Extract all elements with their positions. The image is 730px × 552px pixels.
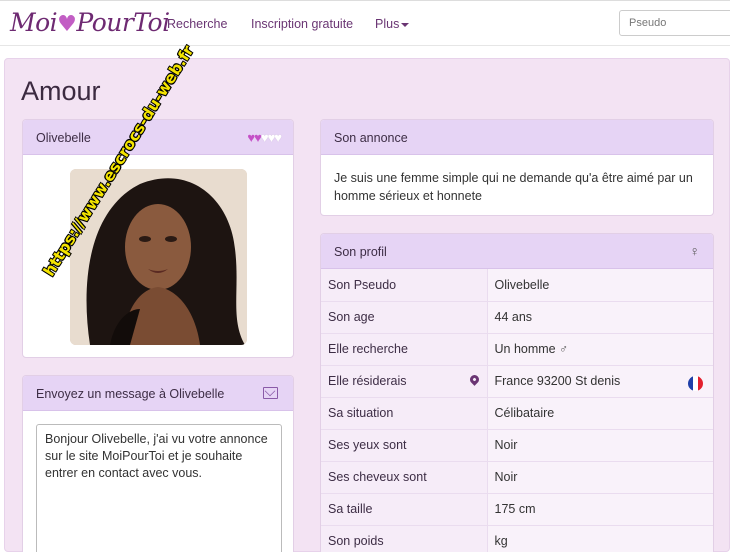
row-label: Elle recherche	[321, 333, 488, 366]
row-value: Célibataire	[487, 397, 713, 430]
nav-inscription[interactable]: Inscription gratuite	[251, 17, 353, 31]
row-value: 175 cm	[487, 493, 713, 526]
row-value: 44 ans	[487, 301, 713, 334]
row-label: Son Pseudo	[321, 269, 488, 302]
navbar: Moi♥PourToi Recherche Inscription gratui…	[0, 0, 730, 46]
profile-table: Son Pseudo Olivebelle Son age 44 ans Ell…	[321, 269, 713, 552]
table-row: Son poids kg	[321, 525, 713, 552]
location-pin-icon	[467, 372, 481, 386]
row-label: Son age	[321, 301, 488, 334]
nav-recherche[interactable]: Recherche	[167, 17, 227, 31]
envelope-icon[interactable]	[263, 387, 278, 399]
row-label: Son poids	[321, 525, 488, 552]
logo-text-2: PourToi	[76, 8, 170, 37]
row-label: Ses cheveux sont	[321, 461, 488, 494]
annonce-card: Son annonce Je suis une femme simple qui…	[320, 119, 714, 216]
row-value: Noir	[487, 461, 713, 494]
row-label: Sa taille	[321, 493, 488, 526]
message-card: Envoyez un message à Olivebelle Bonjour …	[22, 375, 294, 552]
row-value: Noir	[487, 429, 713, 462]
site-logo[interactable]: Moi♥PourToi	[10, 8, 170, 37]
table-row: Ses cheveux sont Noir	[321, 461, 713, 494]
rating-hearts: ♥♥♥♥♥	[247, 130, 282, 145]
profile-name: Olivebelle	[36, 131, 91, 145]
row-value: Un homme	[494, 342, 556, 356]
logo-heart-icon: ♥	[57, 12, 77, 37]
male-gender-icon: ♂	[559, 342, 569, 356]
annonce-text: Je suis une femme simple qui ne demande …	[334, 171, 693, 203]
row-value: France 93200 St denis	[494, 374, 621, 388]
table-row: Son Pseudo Olivebelle	[321, 269, 713, 302]
page-title: Amour	[21, 76, 101, 106]
profil-heading: Son profil ♀	[321, 234, 713, 269]
france-flag-icon	[688, 375, 703, 391]
annonce-heading: Son annonce	[321, 120, 713, 155]
row-label: Sa situation	[321, 397, 488, 430]
profil-title: Son profil	[334, 245, 387, 259]
row-label: Elle résiderais	[328, 374, 407, 388]
table-row: Ses yeux sont Noir	[321, 429, 713, 462]
heart-empty-icon: ♥♥♥	[260, 130, 282, 145]
profil-card: Son profil ♀ Son Pseudo Olivebelle Son a…	[320, 233, 714, 552]
nav-plus-dropdown[interactable]: Plus	[375, 17, 410, 31]
table-row: Sa taille 175 cm	[321, 493, 713, 526]
heart-filled-icon: ♥♥	[247, 130, 261, 145]
profile-card-heading: Olivebelle ♥♥♥♥♥	[23, 120, 293, 155]
chevron-down-icon	[401, 22, 410, 27]
table-row: Son age 44 ans	[321, 301, 713, 334]
row-value-cell: France 93200 St denis	[487, 365, 713, 398]
row-value: kg	[487, 525, 713, 552]
table-row: Elle recherche Un homme ♂	[321, 333, 713, 366]
row-value-cell: Un homme ♂	[487, 333, 713, 366]
pseudo-search-input[interactable]	[619, 10, 730, 36]
row-value: Olivebelle	[487, 269, 713, 302]
table-row: Elle résiderais France 93200 St denis	[321, 365, 713, 398]
female-gender-icon: ♀	[689, 243, 701, 259]
message-textarea[interactable]: Bonjour Olivebelle, j'ai vu votre annonc…	[36, 424, 282, 552]
row-label: Ses yeux sont	[321, 429, 488, 462]
message-card-title: Envoyez un message à Olivebelle	[36, 387, 225, 401]
table-row: Sa situation Célibataire	[321, 397, 713, 430]
logo-text-1: Moi	[10, 8, 58, 37]
nav-plus-label: Plus	[375, 17, 400, 31]
row-label-cell: Elle résiderais	[321, 365, 488, 398]
message-card-heading: Envoyez un message à Olivebelle	[23, 376, 293, 411]
